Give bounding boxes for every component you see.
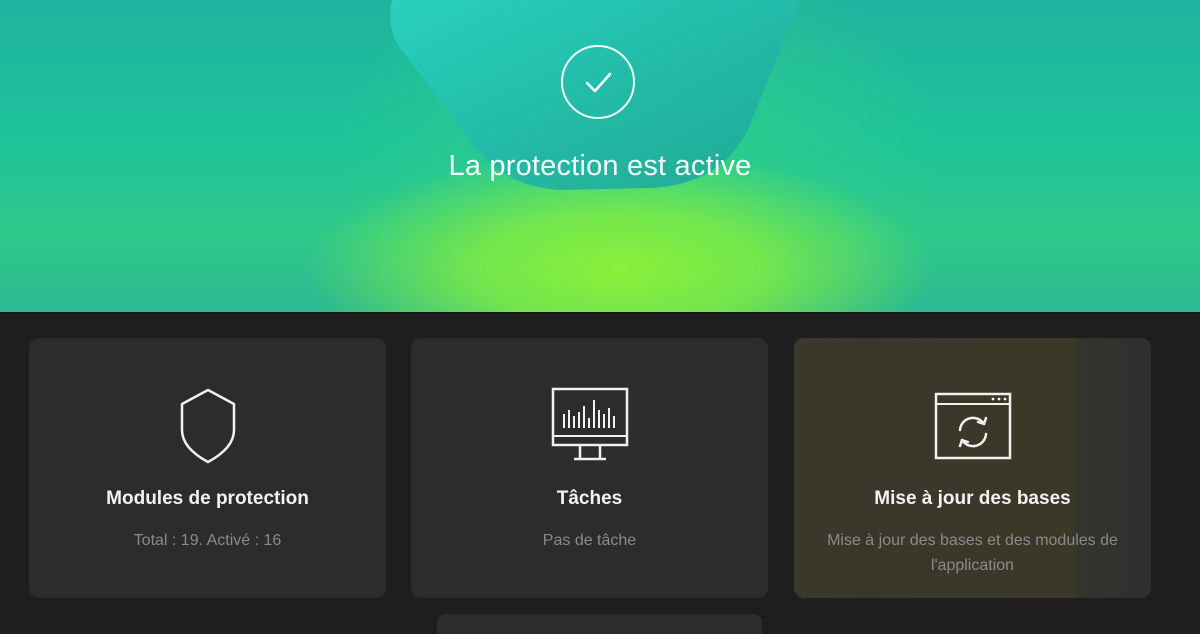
- update-refresh-icon: [794, 386, 1151, 466]
- card-title: Mise à jour des bases: [874, 488, 1071, 509]
- checkmark-circle-icon: [561, 45, 635, 119]
- card-title: Tâches: [556, 488, 623, 509]
- bottom-card-partial[interactable]: [437, 614, 762, 634]
- card-tasks[interactable]: Tâches Pas de tâche: [411, 338, 768, 598]
- section-divider: [0, 312, 1200, 314]
- card-protection-modules[interactable]: Modules de protection Total : 19. Activé…: [29, 338, 386, 598]
- card-subtitle: Mise à jour des bases et des modules de …: [827, 532, 1118, 574]
- protection-status-title: La protection est active: [448, 150, 752, 182]
- card-database-update[interactable]: Mise à jour des bases Mise à jour des ba…: [794, 338, 1151, 598]
- card-title: Modules de protection: [106, 488, 309, 509]
- monitor-chart-icon: [411, 386, 768, 466]
- shield-icon: [29, 386, 386, 466]
- card-subtitle: Pas de tâche: [542, 532, 637, 549]
- protection-status-banner: La protection est active: [0, 0, 1200, 312]
- card-subtitle: Total : 19. Activé : 16: [133, 532, 282, 549]
